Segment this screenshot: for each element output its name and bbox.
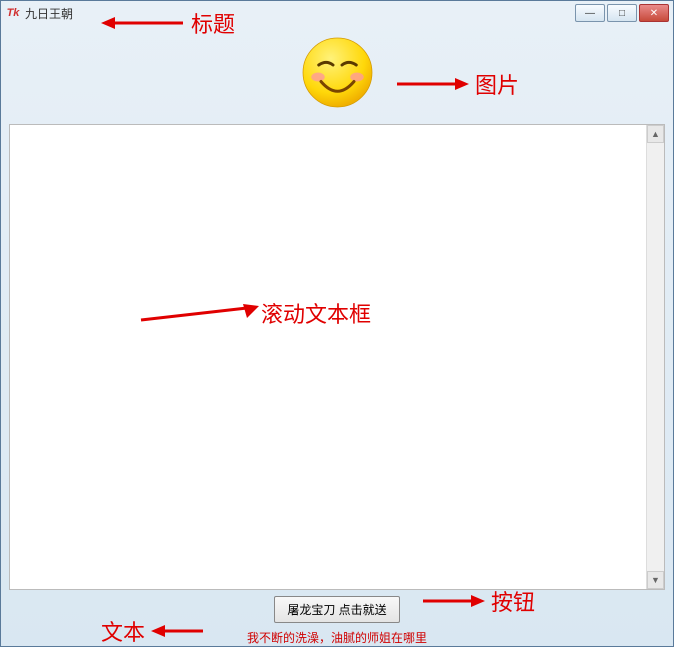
scroll-textbox: ▲ ▼ [9, 124, 665, 590]
window-icon: Tk [5, 5, 21, 21]
window-title: 九日王朝 [25, 5, 573, 22]
minimize-button[interactable]: — [575, 4, 605, 22]
close-button[interactable]: ✕ [639, 4, 669, 22]
scroll-up-arrow[interactable]: ▲ [647, 125, 664, 143]
maximize-button[interactable]: □ [607, 4, 637, 22]
header-image-area [1, 25, 673, 120]
application-window: Tk 九日王朝 — □ ✕ [0, 0, 674, 647]
bottom-area: 屠龙宝刀 点击就送 我不断的洗澡，油腻的师姐在哪里 [1, 594, 673, 646]
main-button[interactable]: 屠龙宝刀 点击就送 [274, 596, 399, 623]
window-controls: — □ ✕ [573, 4, 669, 22]
titlebar[interactable]: Tk 九日王朝 — □ ✕ [1, 1, 673, 25]
scroll-down-arrow[interactable]: ▼ [647, 571, 664, 589]
text-input[interactable] [10, 125, 646, 589]
scrollbar[interactable]: ▲ ▼ [646, 125, 664, 589]
smiling-face-icon [300, 35, 375, 110]
status-text: 我不断的洗澡，油腻的师姐在哪里 [1, 629, 673, 646]
